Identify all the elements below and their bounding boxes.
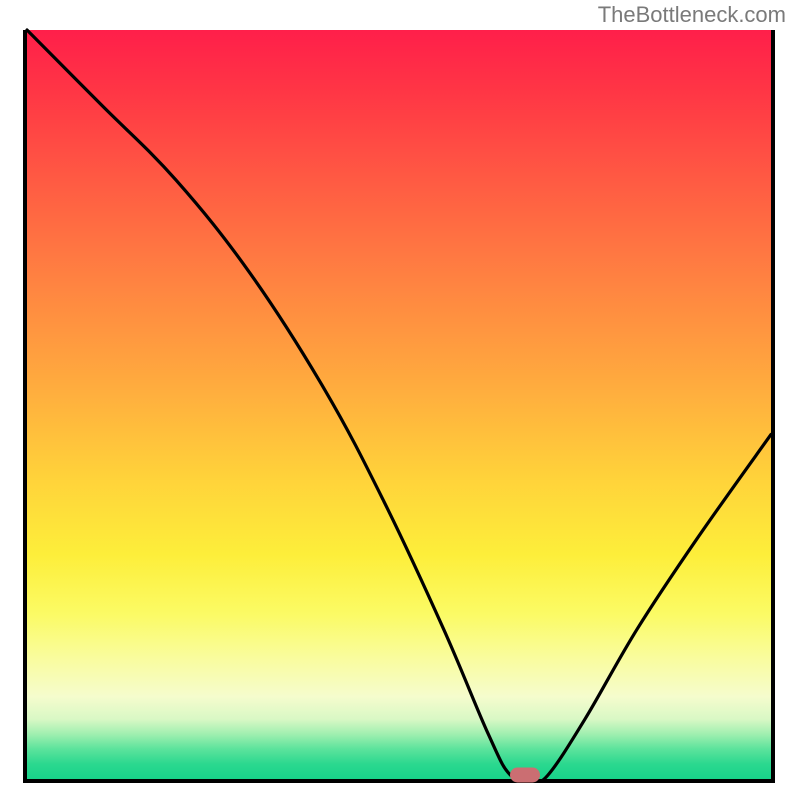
bottleneck-curve-path xyxy=(27,30,771,781)
bottleneck-curve xyxy=(27,30,771,779)
chart-plot-area xyxy=(23,30,775,783)
watermark-text: TheBottleneck.com xyxy=(598,2,786,28)
optimal-marker xyxy=(510,768,540,783)
